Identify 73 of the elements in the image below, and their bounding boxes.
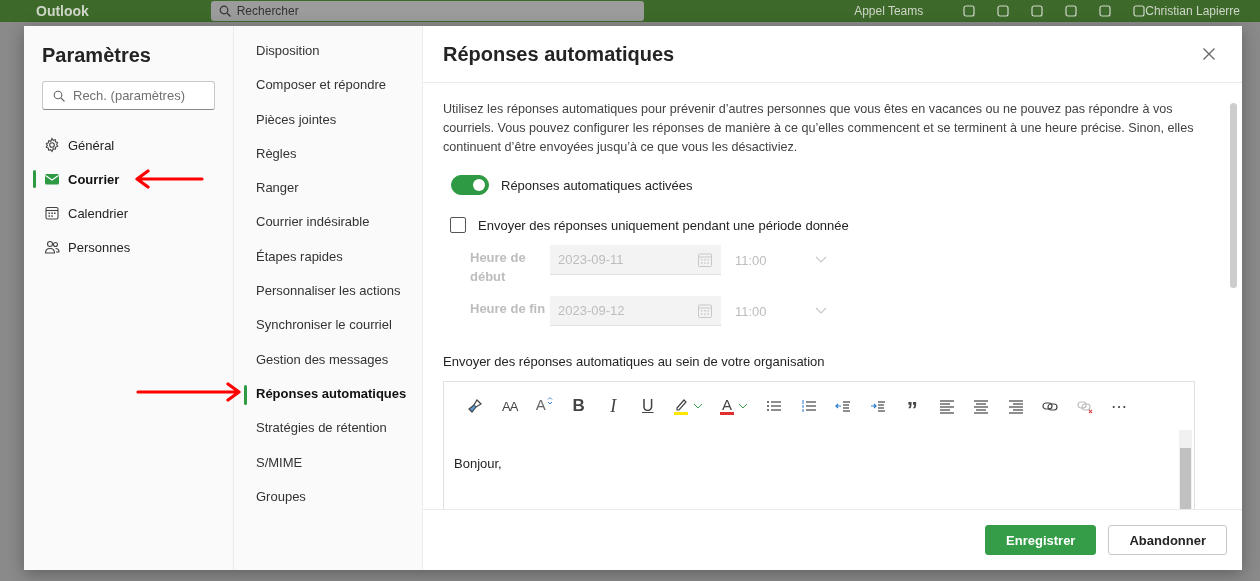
bulleted-list-icon [766,398,783,414]
checkbox[interactable] [450,217,466,233]
settings-item[interactable]: S/MIME [256,454,303,489]
search-field[interactable]: Rech. (paramètres) [42,81,215,110]
settings-item[interactable]: Pièces jointes [256,111,337,146]
category-item[interactable]: Calendrier [42,196,130,230]
outdent-icon [835,398,852,414]
search-icon [53,89,65,102]
settings-item[interactable]: Personnaliser les actions [256,283,401,318]
category-item[interactable]: Courrier [42,162,122,196]
align-left-icon [938,398,955,414]
settings-item[interactable]: Ranger [256,180,299,215]
align-center-icon [973,398,990,414]
teams-call-button[interactable]: Appel Teams [854,4,924,18]
quote-button[interactable]: ” [895,392,930,420]
chevron-down-icon [815,256,827,264]
settings-item[interactable]: Disposition [256,43,320,78]
gear-icon [44,137,60,153]
numbered-list-icon [800,398,817,414]
toolbar-icon[interactable] [997,5,1010,17]
app-name: Outlook [36,3,90,19]
category-item[interactable]: Personnes [42,230,133,264]
indent-icon [869,398,886,414]
section-label: Envoyer des réponses automatiques au sein de votre organisation [443,354,826,369]
settings-item[interactable]: Réponses automatiques [256,385,407,421]
message-text: Bonjour, [454,456,503,471]
toolbar-icon[interactable] [1065,5,1078,17]
highlighter-icon [673,397,689,415]
people-icon [44,239,60,255]
format-painter-icon [467,398,484,414]
toggle-label: Réponses automatiques activées [501,177,693,193]
settings-title: Paramètres [42,44,152,67]
chevron-down-icon [693,403,703,409]
underline-button[interactable]: U [630,392,665,420]
time-label: Heure de fin [470,300,547,318]
font-color-button[interactable]: A [711,392,757,420]
align-right-icon [1007,398,1024,414]
toolbar-icon[interactable] [1133,5,1146,17]
chevron-down-icon [738,403,748,409]
cancel-button[interactable]: Abandonner [1108,525,1227,555]
chevron-down-icon [815,307,827,315]
toolbar-icon[interactable] [1031,5,1044,17]
toolbar-icon[interactable] [963,5,976,17]
grow-font-button[interactable]: A [527,392,562,420]
font-size-button[interactable]: AA [492,392,527,420]
toolbar-icon[interactable] [1099,5,1112,17]
user-name[interactable]: Christian Lapierre [1145,4,1240,18]
settings-item[interactable]: Étapes rapides [256,248,343,284]
italic-button[interactable]: I [596,392,631,420]
envelope-icon [44,171,60,187]
search-icon [218,5,231,17]
settings-item[interactable]: Synchroniser le courriel [256,317,392,352]
calendar-icon [697,302,713,319]
calendar-icon [44,205,60,221]
settings-item[interactable]: Gestion des messages [256,351,389,386]
settings-item[interactable]: Courrier indésirable [256,214,370,249]
toggle-switch[interactable] [451,175,489,195]
checkbox-label: Envoyer des réponses uniquement pendant une période donnée [478,217,849,233]
settings-item[interactable]: Stratégies de rétention [256,420,387,455]
settings-item[interactable]: Groupes [256,488,306,524]
settings-item[interactable]: Règles [256,145,297,181]
search-field[interactable]: Rechercher [210,1,645,21]
settings-item[interactable]: Composer et répondre [256,77,387,112]
description-text: Utilisez les réponses automatiques pour prévenir d’autres personnes que vous êtes en vacances ou ne pouvez pas répondre à vos courriels. Vous pouvez configurer les réponses de manière à ce qu’elles commencent et se terminent à une heure précise. Sinon, elles continuent d’être envoyées jusqu’à ce que vous les désactiviez. [443,101,1195,156]
close-icon [1202,47,1216,61]
calendar-icon [697,251,713,268]
more-button[interactable]: ⋯ [1102,392,1137,420]
caret-icon [546,396,553,405]
bold-button[interactable]: B [561,392,596,420]
pane-title: Réponses automatiques [443,42,675,66]
category-item[interactable]: Général [42,128,117,162]
unlink-icon [1076,398,1093,414]
time-label: Heure de début [470,249,527,286]
